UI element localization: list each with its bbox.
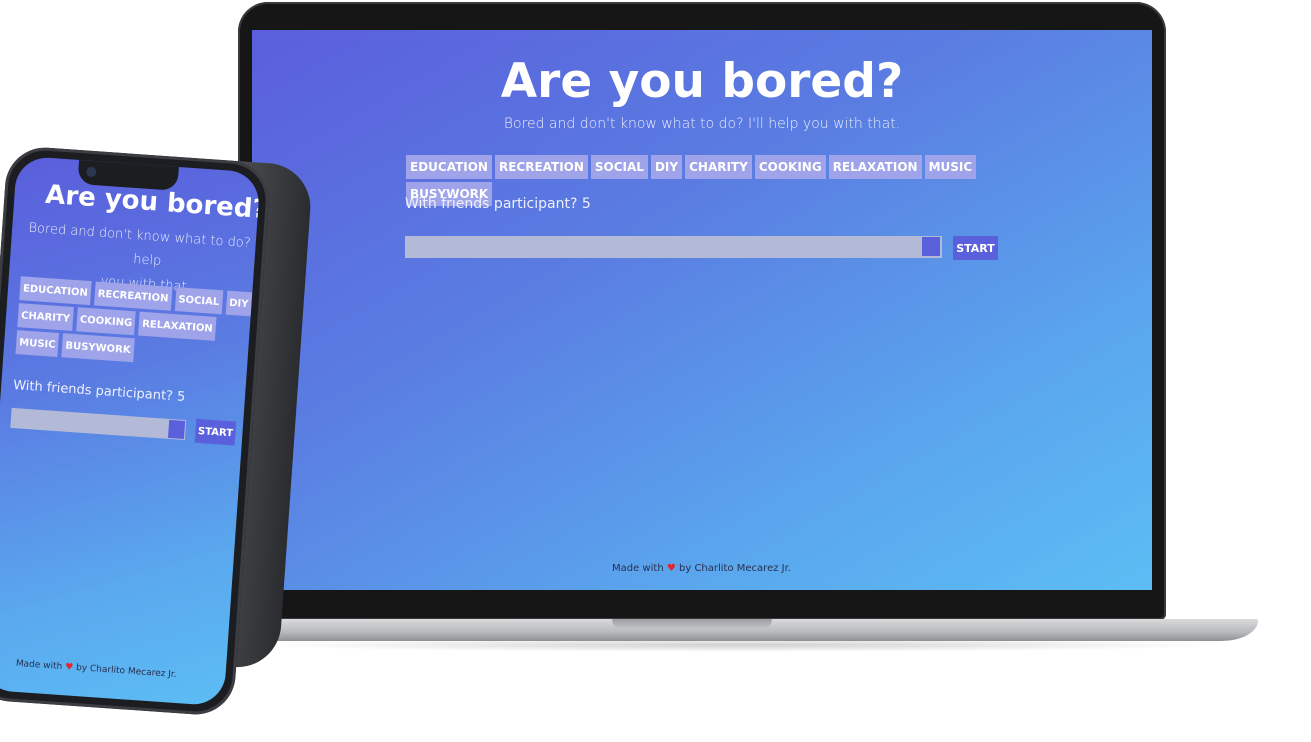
phone-frame: Are you bored? Bored and don't know what…: [0, 145, 272, 718]
app-mobile: Are you bored? Bored and don't know what…: [0, 156, 261, 707]
participants-slider-thumb[interactable]: [167, 419, 186, 439]
footer-prefix: Made with: [612, 563, 664, 574]
category-social-button[interactable]: SOCIAL: [174, 287, 224, 315]
heart-icon: ♥: [666, 563, 676, 574]
start-button[interactable]: START: [194, 418, 237, 446]
category-relaxation-button[interactable]: RELAXATION: [138, 311, 217, 341]
category-diy-button[interactable]: DIY: [225, 290, 253, 317]
category-cooking-button[interactable]: COOKING: [76, 307, 137, 336]
participants-text: With friends participant?: [12, 377, 174, 405]
category-busywork-button[interactable]: BUSYWORK: [61, 333, 135, 363]
category-music-button[interactable]: MUSIC: [924, 155, 977, 179]
category-relaxation-button[interactable]: RELAXATION: [828, 155, 922, 179]
participants-label: With friends participant? 5: [405, 196, 591, 212]
footer-prefix: Made with: [15, 658, 63, 673]
footer-suffix: by Charlito Mecarez Jr.: [75, 663, 177, 681]
laptop-screen: Are you bored? Bored and don't know what…: [252, 30, 1152, 590]
category-charity-button[interactable]: CHARITY: [685, 155, 752, 179]
phone-screen: Are you bored? Bored and don't know what…: [0, 155, 261, 707]
category-charity-button[interactable]: CHARITY: [17, 303, 74, 331]
participants-label: With friends participant? 5: [13, 378, 186, 405]
participants-slider-thumb[interactable]: [922, 237, 940, 256]
participants-slider[interactable]: [10, 407, 187, 441]
category-music-button[interactable]: MUSIC: [15, 330, 60, 357]
participants-slider[interactable]: [405, 236, 942, 258]
participants-value: 5: [581, 196, 591, 212]
category-education-button[interactable]: EDUCATION: [19, 276, 92, 306]
page-title: Are you bored?: [500, 54, 904, 109]
footer: Made with ♥ by Charlito Mecarez Jr.: [15, 659, 176, 680]
app-desktop: Are you bored? Bored and don't know what…: [252, 30, 1152, 590]
participants-value: 5: [176, 389, 186, 405]
laptop-trackpad-notch: [612, 619, 772, 629]
start-button[interactable]: START: [953, 236, 998, 260]
footer: Made with ♥ by Charlito Mecarez Jr.: [612, 563, 791, 574]
camera-icon: [85, 166, 97, 178]
category-education-button[interactable]: EDUCATION: [406, 155, 492, 179]
footer-suffix: by Charlito Mecarez Jr.: [679, 563, 791, 574]
page-subtitle: Bored and don't know what to do? I'll he…: [503, 116, 901, 132]
category-social-button[interactable]: SOCIAL: [590, 155, 648, 179]
participants-text: With friends participant?: [405, 196, 578, 212]
category-cooking-button[interactable]: COOKING: [754, 155, 826, 179]
category-recreation-button[interactable]: RECREATION: [494, 155, 588, 179]
category-recreation-button[interactable]: RECREATION: [93, 281, 173, 311]
category-diy-button[interactable]: DIY: [650, 155, 683, 179]
category-list: EDUCATION RECREATION SOCIAL DIY CHARITY …: [15, 276, 260, 371]
heart-icon: ♥: [64, 662, 74, 673]
phone-device: Are you bored? Bored and don't know what…: [0, 145, 314, 720]
